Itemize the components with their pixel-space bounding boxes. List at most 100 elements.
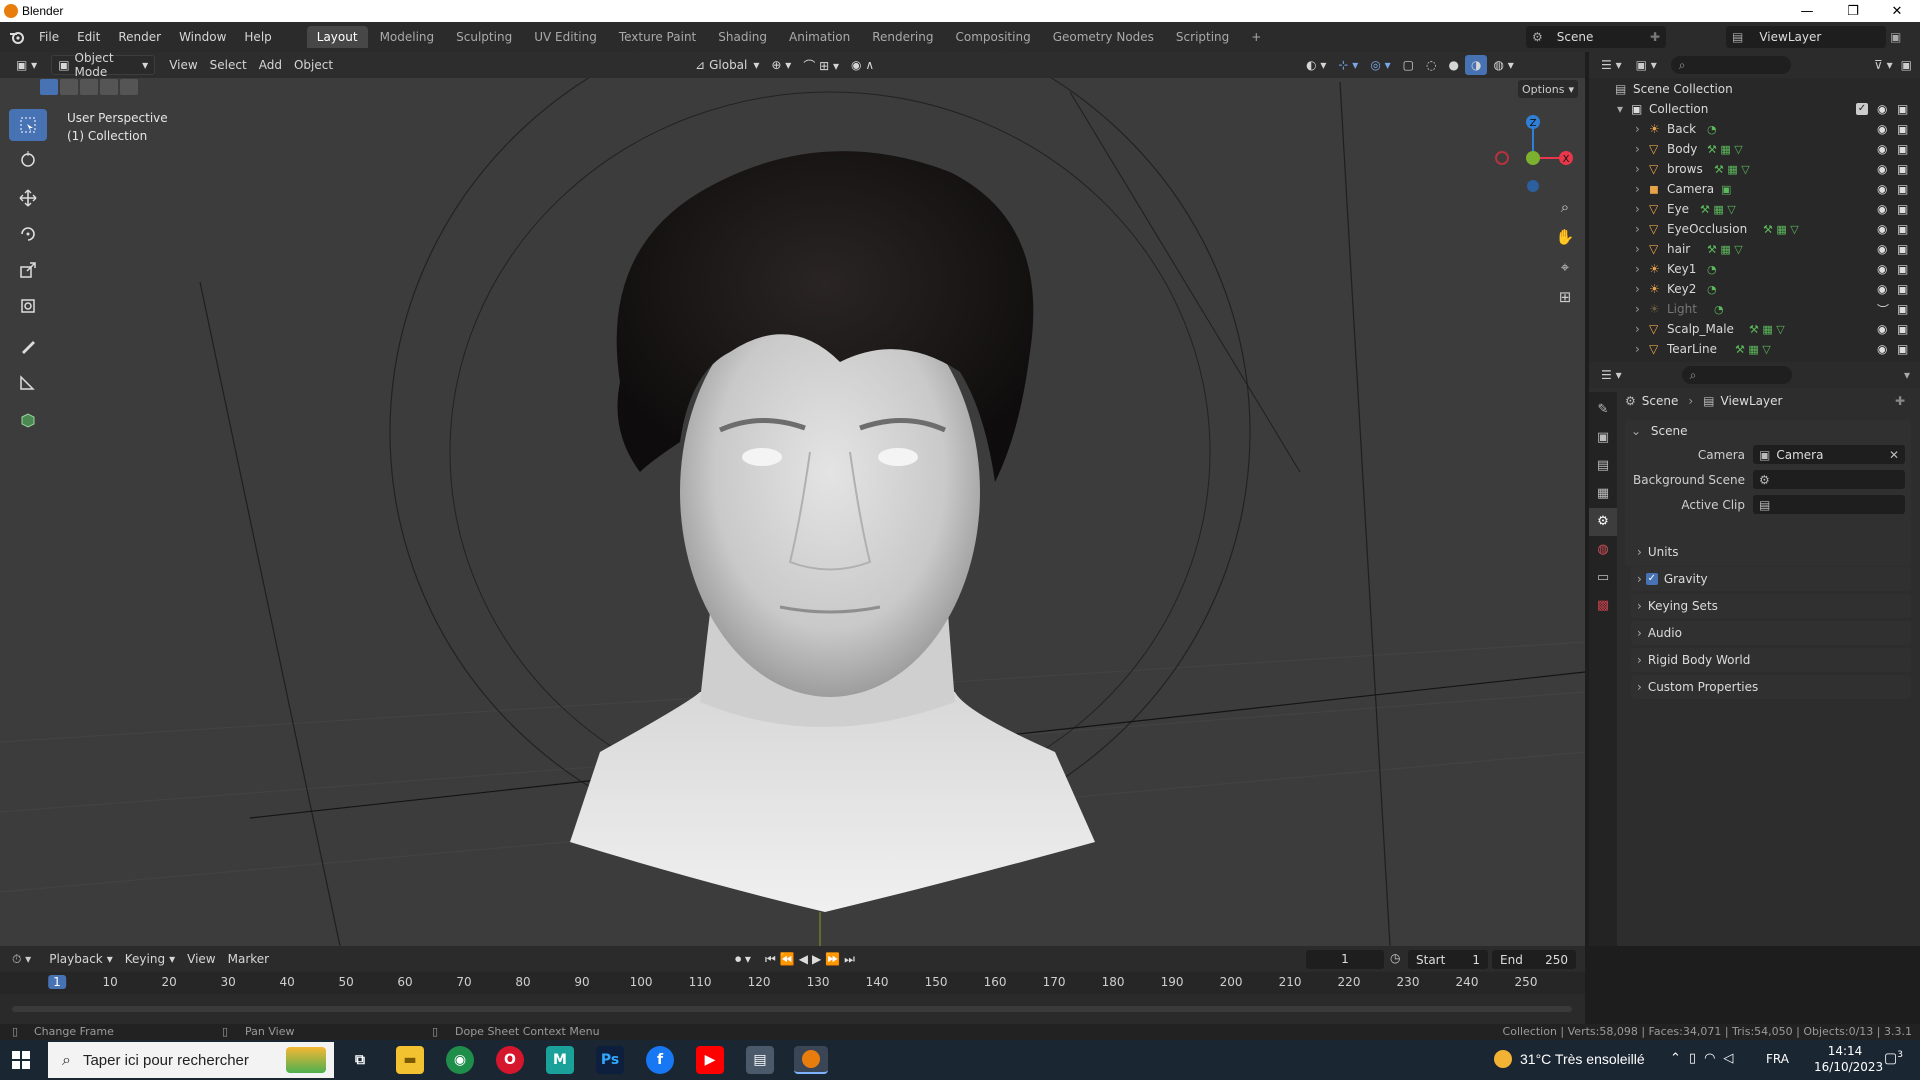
expand-arrow-icon[interactable]: › <box>1635 282 1640 296</box>
clear-icon[interactable]: ✕ <box>1889 448 1899 462</box>
proportional-edit-icon[interactable]: ◉ ∧ <box>845 55 880 75</box>
end-frame-field[interactable]: End 250 <box>1492 950 1576 969</box>
zoom-icon[interactable]: ⌕ <box>1552 192 1578 222</box>
expand-arrow-icon[interactable]: › <box>1635 342 1640 356</box>
texture-tab-icon[interactable]: ▩ <box>1589 592 1617 620</box>
blender-taskbar-icon[interactable] <box>794 1046 828 1074</box>
language-indicator[interactable]: FRA <box>1766 1052 1789 1066</box>
outliner-item[interactable]: › ◼ Camera ▣ ◉ ▣ <box>1589 179 1920 199</box>
tab-modeling[interactable]: Modeling <box>370 26 445 48</box>
expand-arrow-icon[interactable]: › <box>1635 122 1640 136</box>
expand-arrow-icon[interactable]: › <box>1635 322 1640 336</box>
app-m-icon[interactable]: M <box>546 1046 574 1074</box>
rigid-body-world-panel[interactable]: › Rigid Body World <box>1631 648 1911 672</box>
gravity-panel[interactable]: › ✓ Gravity <box>1631 567 1911 591</box>
menu-file[interactable]: File <box>30 30 68 44</box>
menu-add[interactable]: Add <box>253 55 288 75</box>
tab-scripting[interactable]: Scripting <box>1166 26 1239 48</box>
outliner-item[interactable]: › ▽ brows ⚒ ▦ ▽ ◉ ▣ <box>1589 159 1920 179</box>
editor-type-icon[interactable]: ▣ ▾ <box>10 55 43 75</box>
camera-render-icon[interactable]: ▣ <box>1897 302 1908 316</box>
photoshop-icon[interactable]: Ps <box>596 1046 624 1074</box>
menu-select[interactable]: Select <box>204 55 253 75</box>
pivot-icon[interactable]: ⊕ ▾ <box>765 55 797 75</box>
maximize-button[interactable]: ❐ <box>1830 0 1876 22</box>
weather-icon[interactable] <box>1494 1050 1512 1068</box>
clock-icon[interactable]: ◷ <box>1390 951 1400 965</box>
camera-render-icon[interactable]: ▣ <box>1897 282 1908 296</box>
camera-render-icon[interactable]: ▣ <box>1897 182 1908 196</box>
display-mode-icon[interactable]: ▣ ▾ <box>1636 58 1657 72</box>
audio-panel[interactable]: › Audio <box>1631 621 1911 645</box>
minimize-button[interactable]: — <box>1784 0 1830 22</box>
volume-icon[interactable]: ◁ <box>1723 1051 1741 1066</box>
outliner-item[interactable]: › ▽ Body ⚒ ▦ ▽ ◉ ▣ <box>1589 139 1920 159</box>
scene-panel-title[interactable]: ⌄ Scene <box>1631 424 1687 438</box>
units-panel[interactable]: › Units <box>1631 540 1911 564</box>
data-properties-icon[interactable]: ⚒ ▦ ▽ <box>1749 323 1785 336</box>
taskbar-search-box[interactable]: ⌕ Taper ici pour rechercher <box>48 1042 334 1078</box>
pan-hand-icon[interactable]: ✋ <box>1552 222 1578 252</box>
play-icon[interactable]: ▶ <box>812 952 825 966</box>
viewlayer-selector[interactable]: ▤ ViewLayer <box>1726 26 1886 48</box>
active-clip-field[interactable]: ▤ <box>1753 495 1905 514</box>
camera-render-icon[interactable]: ▣ <box>1897 142 1908 156</box>
eye-icon[interactable]: ◉ <box>1877 322 1887 336</box>
expand-arrow-icon[interactable]: › <box>1635 182 1640 196</box>
exclude-checkbox[interactable]: ✓ <box>1856 103 1868 115</box>
blender-menu-icon[interactable] <box>4 24 30 50</box>
start-frame-field[interactable]: Start 1 <box>1408 950 1488 969</box>
data-properties-icon[interactable]: ◔ <box>1707 263 1717 276</box>
opera-icon[interactable]: O <box>496 1046 524 1074</box>
data-properties-icon[interactable]: ◔ <box>1707 123 1717 136</box>
outliner-item[interactable]: › ☀ Light ◔ ︶ ▣ <box>1589 299 1920 319</box>
outliner-item[interactable]: › ☀ Key2 ◔ ◉ ▣ <box>1589 279 1920 299</box>
output-tab-icon[interactable]: ▤ <box>1589 452 1617 480</box>
scale-tool[interactable] <box>9 254 47 286</box>
timeline-ruler[interactable]: 1 10 20 30 40 50 60 70 80 90 100 110 120 130 140 150 160… <box>0 972 1585 994</box>
app-window-icon[interactable]: ▤ <box>746 1046 774 1074</box>
tab-sculpting[interactable]: Sculpting <box>446 26 522 48</box>
move-tool[interactable] <box>9 182 47 214</box>
timeline-editor-icon[interactable]: ⏱ ▾ <box>12 952 31 967</box>
select-invert-icon[interactable] <box>100 79 118 95</box>
data-properties-icon[interactable]: ⚒ ▦ ▽ <box>1735 343 1771 356</box>
expand-arrow-icon[interactable]: ▾ <box>1617 102 1623 116</box>
transform-tool[interactable] <box>9 290 47 322</box>
file-explorer-icon[interactable]: ▬ <box>396 1046 424 1074</box>
shading-rendered-icon[interactable]: ◍ ▾ <box>1487 55 1519 75</box>
tab-shading[interactable]: Shading <box>708 26 777 48</box>
eye-icon[interactable]: ◉ <box>1877 342 1887 356</box>
new-collection-icon[interactable]: ▣ <box>1901 58 1912 72</box>
camera-render-icon[interactable]: ▣ <box>1897 322 1908 336</box>
menu-playback[interactable]: Playback ▾ <box>43 949 119 969</box>
data-properties-icon[interactable]: ⚒ ▦ ▽ <box>1763 223 1799 236</box>
gizmo-toggle-icon[interactable]: ⊹ ▾ <box>1332 55 1364 75</box>
data-properties-icon[interactable]: ◔ <box>1714 303 1724 316</box>
chevron-up-icon[interactable]: ⌃ <box>1670 1051 1689 1066</box>
data-properties-icon[interactable]: ⚒ ▦ ▽ <box>1714 163 1750 176</box>
keying-sets-panel[interactable]: › Keying Sets <box>1631 594 1911 618</box>
gravity-checkbox[interactable]: ✓ <box>1645 573 1658 585</box>
overlay-toggle-icon[interactable]: ◎ ▾ <box>1364 55 1396 75</box>
wifi-icon[interactable]: ◠ <box>1704 1051 1723 1066</box>
menu-window[interactable]: Window <box>170 30 235 44</box>
select-box-tool[interactable] <box>9 109 47 141</box>
camera-render-icon[interactable]: ▣ <box>1897 122 1908 136</box>
add-cube-tool[interactable] <box>9 404 47 436</box>
tool-tab-icon[interactable]: ✎ <box>1589 396 1617 424</box>
orientation-dropdown[interactable]: ⊿ Global ▾ <box>689 55 765 75</box>
timeline-scrollbar[interactable] <box>12 1006 1572 1012</box>
select-extend-icon[interactable] <box>60 79 78 95</box>
outliner-item[interactable]: › ▽ hair ⚒ ▦ ▽ ◉ ▣ <box>1589 239 1920 259</box>
shading-material-icon[interactable]: ◑ <box>1464 55 1488 75</box>
menu-timeline-view[interactable]: View <box>181 949 221 969</box>
menu-marker[interactable]: Marker <box>222 949 275 969</box>
menu-edit[interactable]: Edit <box>68 30 109 44</box>
pin-icon[interactable]: ✚ <box>1895 394 1905 408</box>
notification-icon[interactable]: ▢3 <box>1884 1050 1903 1067</box>
gizmo-neg-z[interactable] <box>1527 180 1539 192</box>
chrome-icon[interactable]: ◉ <box>446 1046 474 1074</box>
tab-texture-paint[interactable]: Texture Paint <box>609 26 706 48</box>
jump-start-icon[interactable]: ⏮ <box>765 952 780 966</box>
